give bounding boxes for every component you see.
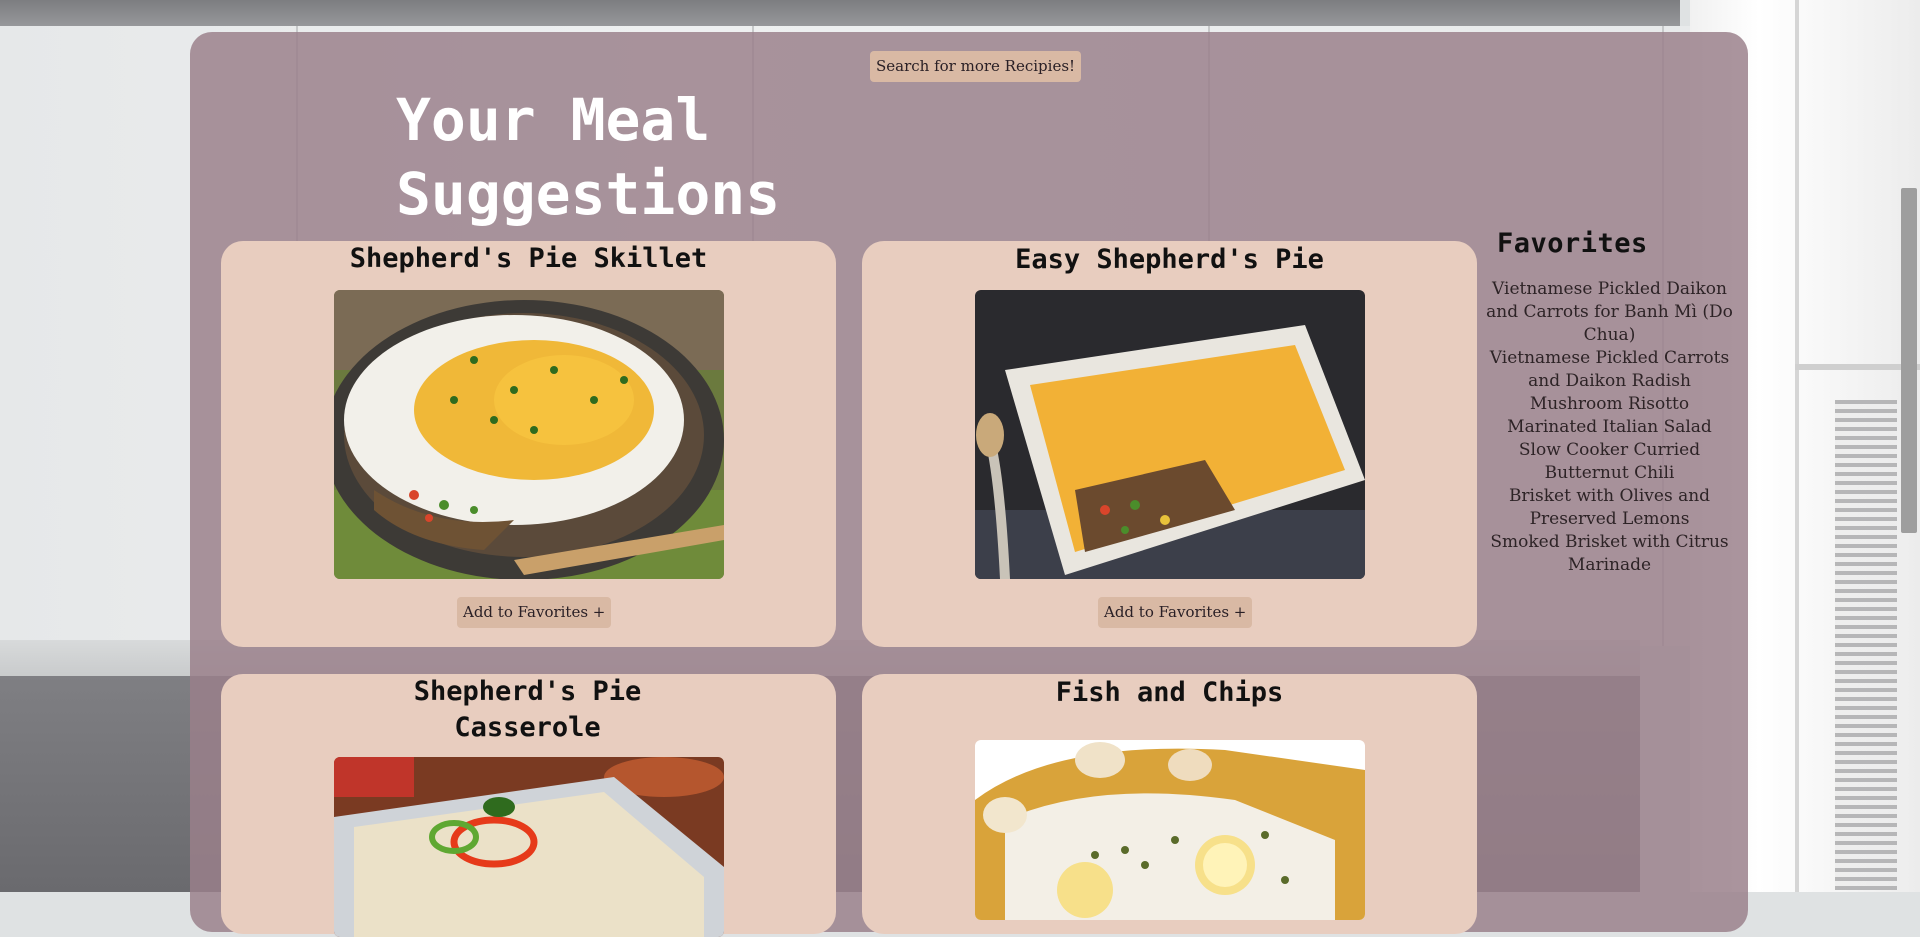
favorite-item[interactable]: Marinated Italian Salad	[1482, 416, 1737, 439]
recipe-title: Easy Shepherd's Pie	[1015, 244, 1324, 275]
favorite-item[interactable]: Vietnamese Pickled Carrots and Daikon Ra…	[1482, 347, 1737, 393]
recipe-title: Shepherd's Pie Skillet	[349, 243, 708, 274]
favorite-item[interactable]: Brisket with Olives and Preserved Lemons	[1482, 485, 1737, 531]
favorite-item[interactable]: Vietnamese Pickled Daikon and Carrots fo…	[1482, 278, 1737, 347]
easy-shepherds-pie-photo	[975, 290, 1365, 579]
fridge-seam	[1795, 0, 1799, 892]
recipe-card: Easy Shepherd's Pie Add to Favorites +	[862, 241, 1477, 647]
page-title: Your Meal Suggestions	[396, 86, 781, 228]
fish-and-chips-photo	[975, 740, 1365, 920]
recipe-card: Shepherd's Pie Skillet Add to Favorites …	[221, 241, 836, 647]
recipe-title: Fish and Chips	[1055, 677, 1284, 708]
recipe-title: Shepherd's Pie Casserole	[413, 676, 642, 743]
favorite-item[interactable]: Smoked Brisket with Citrus Marinade	[1482, 531, 1737, 577]
favorites-heading: Favorites	[1497, 228, 1648, 259]
shepherds-pie-skillet-photo	[334, 290, 724, 579]
favorites-list: Vietnamese Pickled Daikon and Carrots fo…	[1482, 278, 1737, 577]
favorite-item[interactable]: Slow Cooker Curried Butternut Chili	[1482, 439, 1737, 485]
search-recipes-button[interactable]: Search for more Recipies!	[870, 51, 1082, 82]
scrollbar-thumb[interactable]	[1901, 188, 1917, 533]
add-to-favorites-button[interactable]: Add to Favorites +	[457, 597, 612, 628]
shepherds-pie-casserole-photo	[334, 757, 724, 937]
add-to-favorites-button[interactable]: Add to Favorites +	[1098, 597, 1253, 628]
recipe-card: Shepherd's Pie Casserole	[221, 674, 836, 937]
recipe-card: Fish and Chips	[862, 674, 1477, 934]
favorite-item[interactable]: Mushroom Risotto	[1482, 393, 1737, 416]
oven-vent	[1835, 400, 1897, 890]
